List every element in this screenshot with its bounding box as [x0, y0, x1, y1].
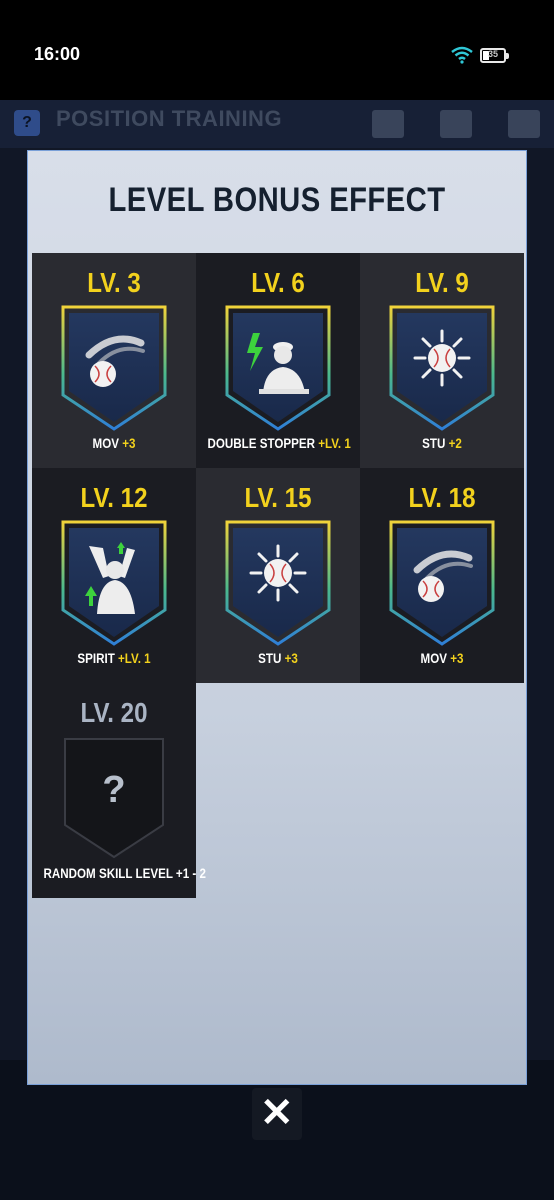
- bonus-value: +3: [450, 651, 464, 666]
- bonus-level: LV. 9: [415, 267, 469, 298]
- bonus-tile[interactable]: LV. 18 MOV +3: [360, 468, 524, 683]
- background-header: ? POSITION TRAINING: [0, 100, 554, 148]
- bonus-value: +LV. 1: [318, 436, 351, 451]
- ball-movement-icon: [61, 305, 167, 431]
- chat-icon: [372, 110, 404, 138]
- bonus-level: LV. 3: [87, 267, 141, 298]
- spirit-icon: [61, 520, 167, 646]
- ball-movement-icon: [389, 520, 495, 646]
- bonus-caption: STU +2: [371, 436, 512, 451]
- ball-stuff-icon: [225, 520, 331, 646]
- bonus-skill: STU: [258, 651, 282, 666]
- bonus-skill: RANDOM SKILL LEVEL +1 - 2: [43, 866, 206, 881]
- bonus-tile[interactable]: LV. 6 DOUBLE STOPPER +LV. 1: [196, 253, 360, 468]
- bonus-caption: MOV +3: [371, 651, 512, 666]
- bonus-level: LV. 18: [408, 482, 476, 513]
- battery-icon: 35: [480, 48, 509, 63]
- bonus-value: +2: [448, 436, 462, 451]
- close-button[interactable]: ✕: [252, 1088, 302, 1140]
- status-bar: 16:00 35: [0, 0, 554, 100]
- bonus-tile[interactable]: LV. 12 SPIRIT +LV. 1: [32, 468, 196, 683]
- bonus-skill: DOUBLE STOPPER: [207, 436, 316, 451]
- bonus-skill: STU: [422, 436, 446, 451]
- mail-icon: [440, 110, 472, 138]
- status-time: 16:00: [34, 44, 81, 64]
- bonus-caption: RANDOM SKILL LEVEL +1 - 2: [43, 866, 205, 881]
- bonus-level: LV. 20: [80, 697, 148, 728]
- bonus-tile[interactable]: LV. 15 STU +3: [196, 468, 360, 683]
- bonus-caption: STU +3: [207, 651, 348, 666]
- battery-level: 35: [488, 49, 499, 59]
- bonus-level: LV. 12: [80, 482, 148, 513]
- bonus-level: LV. 15: [244, 482, 312, 513]
- gift-icon: [508, 110, 540, 138]
- bonus-value: +3: [122, 436, 136, 451]
- bonus-caption: DOUBLE STOPPER +LV. 1: [207, 436, 351, 451]
- mystery-mark: ?: [102, 769, 126, 811]
- bonus-level: LV. 6: [251, 267, 305, 298]
- bonus-skill: MOV: [420, 651, 447, 666]
- bonus-tile[interactable]: LV. 9 STU +2: [360, 253, 524, 468]
- close-icon: ✕: [260, 1091, 294, 1135]
- bonus-skill: SPIRIT: [77, 651, 115, 666]
- bonus-tile-mystery[interactable]: LV. 20 ? RANDOM SKILL LEVEL +1 - 2: [32, 683, 206, 898]
- wifi-icon: [451, 46, 473, 64]
- double-stopper-icon: [225, 305, 331, 431]
- bonus-caption: SPIRIT +LV. 1: [43, 651, 184, 666]
- modal-title: LEVEL BONUS EFFECT: [108, 181, 446, 219]
- level-bonus-modal: LEVEL BONUS EFFECT LV. 3 MOV +3 LV. 6 DO…: [27, 150, 527, 1085]
- bonus-caption: MOV +3: [43, 436, 184, 451]
- ball-stuff-icon: [389, 305, 495, 431]
- bonus-value: +LV. 1: [118, 651, 151, 666]
- bonus-value: +3: [284, 651, 298, 666]
- bonus-grid: LV. 3 MOV +3 LV. 6 DOUBLE STOPPER +LV. 1…: [32, 253, 524, 683]
- help-icon: ?: [14, 110, 40, 136]
- background-page-title: POSITION TRAINING: [56, 106, 283, 131]
- bonus-skill: MOV: [92, 436, 119, 451]
- bonus-tile[interactable]: LV. 3 MOV +3: [32, 253, 196, 468]
